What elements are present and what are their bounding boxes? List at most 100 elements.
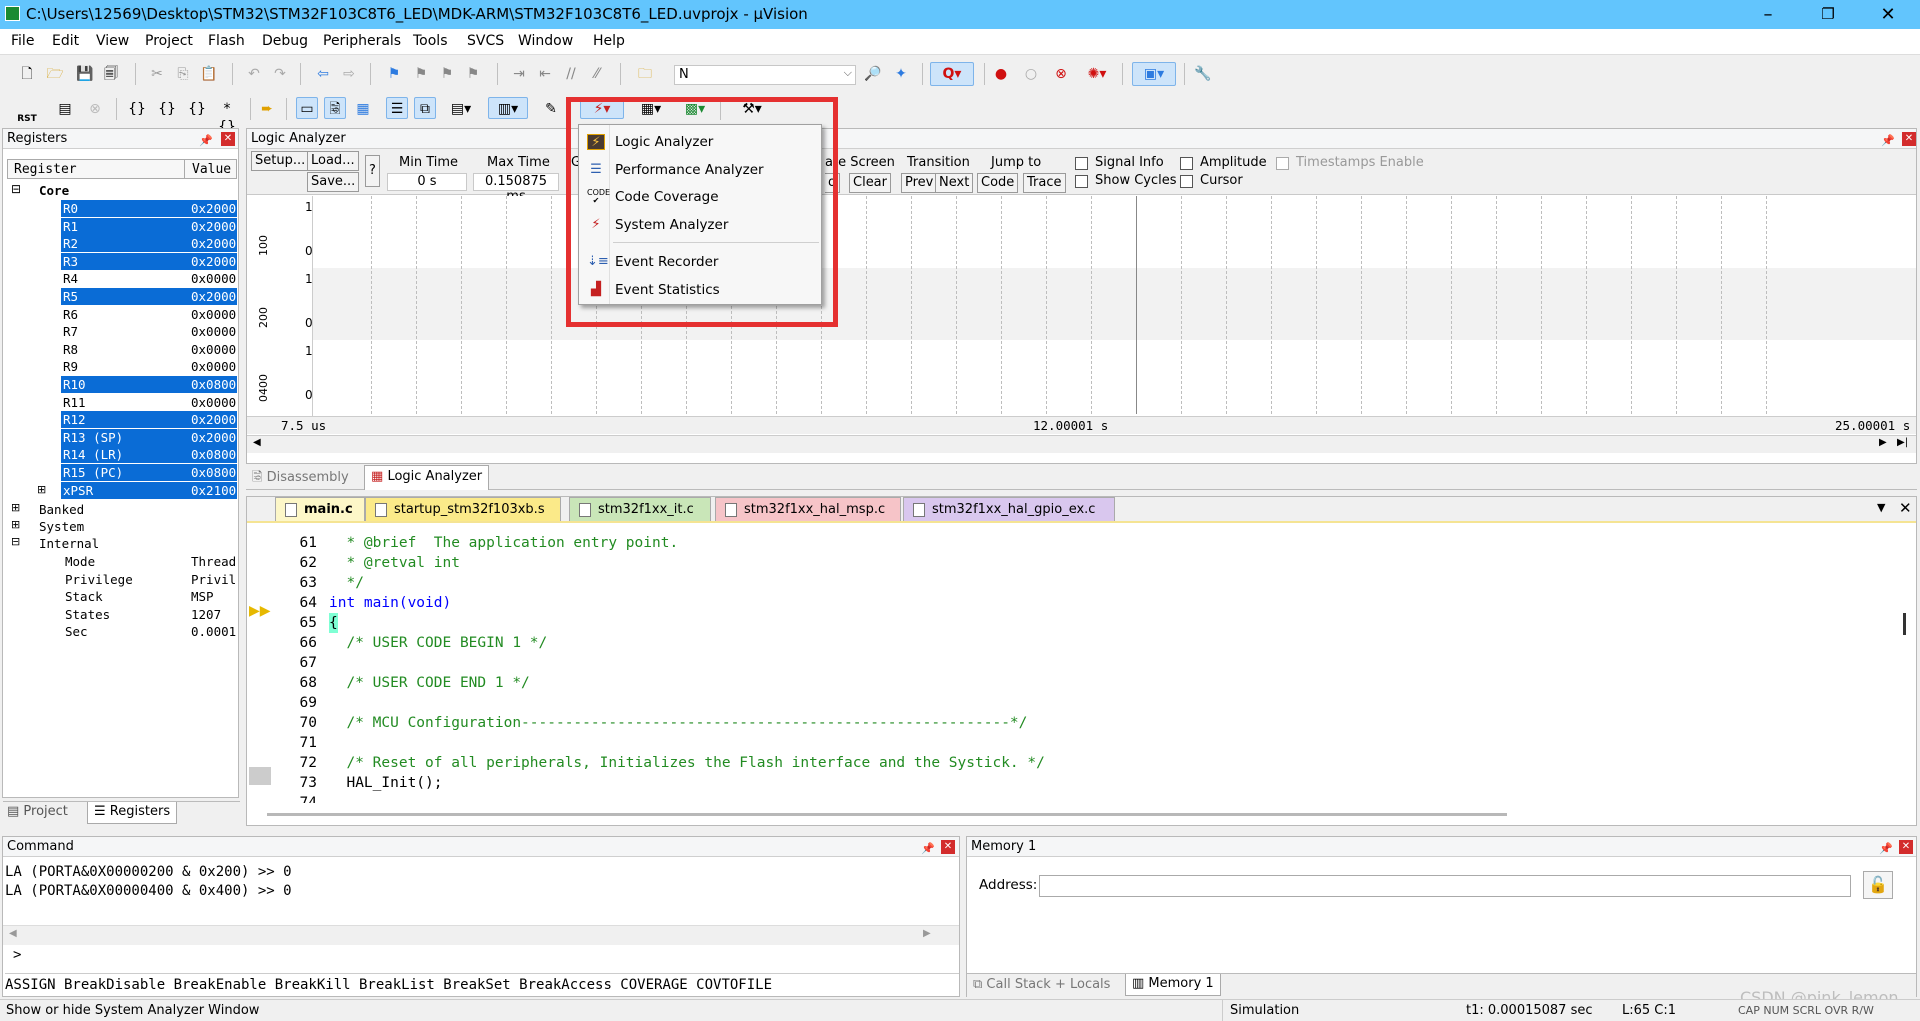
code-line[interactable]: 74: [277, 793, 1277, 803]
menu-file[interactable]: File: [11, 33, 34, 49]
tab-disassembly[interactable]: 🗟 Disassembly: [252, 468, 349, 490]
menu-item-system-analyzer[interactable]: ⚡ System Analyzer: [579, 212, 799, 238]
register-row[interactable]: R13 (SP) 0x2000: [61, 428, 237, 446]
menu-window[interactable]: Window: [518, 33, 573, 49]
tab-list-icon[interactable]: ▼: [1877, 501, 1885, 514]
register-row[interactable]: R3 0x2000: [61, 252, 237, 270]
run-icon[interactable]: ▤: [54, 98, 76, 120]
next-button[interactable]: Next: [935, 173, 974, 193]
menu-view[interactable]: View: [96, 33, 129, 49]
expand-icon[interactable]: ⊞: [11, 518, 20, 531]
prev-bookmark-icon[interactable]: ⚑: [410, 63, 432, 85]
group-system[interactable]: System: [39, 518, 84, 535]
tab-memory-1[interactable]: ▥ Memory 1: [1125, 974, 1221, 996]
cut-icon[interactable]: ✂: [146, 63, 168, 85]
navigate-back-icon[interactable]: ⇦: [312, 63, 334, 85]
register-row[interactable]: R4 0x0000: [61, 270, 237, 287]
internal-row[interactable]: Mode Thread: [63, 553, 239, 570]
close-button[interactable]: ✕: [1868, 2, 1908, 27]
navigate-forward-icon[interactable]: ⇨: [338, 63, 360, 85]
register-row[interactable]: R0 0x2000: [61, 200, 237, 217]
serial-windows-icon[interactable]: ✎: [540, 98, 562, 120]
internal-row[interactable]: States 1207: [63, 606, 239, 623]
internal-row[interactable]: Privilege Privil: [63, 571, 239, 588]
menu-item-performance-analyzer[interactable]: ☰ Performance Analyzer: [579, 157, 799, 183]
watch-windows-icon[interactable]: ▤▾: [444, 98, 478, 120]
command-window-icon[interactable]: ▭: [296, 97, 318, 119]
maximize-button[interactable]: ❐: [1808, 2, 1848, 27]
register-row[interactable]: xPSR 0x2100: [61, 481, 237, 499]
find-combo[interactable]: N ⌵: [674, 65, 856, 85]
pin-icon[interactable]: 📌: [1881, 131, 1895, 150]
indent-icon[interactable]: ⇥: [508, 63, 530, 85]
call-stack-window-icon[interactable]: ⧉: [414, 97, 436, 119]
find-icon[interactable]: 🔎: [862, 63, 884, 85]
open-folder-icon[interactable]: 🗁: [44, 63, 66, 85]
kill-all-breakpoints-icon[interactable]: ✺▾: [1080, 63, 1114, 85]
load-button[interactable]: Load...: [307, 151, 359, 171]
register-row[interactable]: R7 0x0000: [61, 323, 237, 340]
internal-row[interactable]: Sec 0.0001: [63, 623, 239, 640]
register-row[interactable]: R6 0x0000: [61, 306, 237, 323]
save-button[interactable]: Save...: [307, 172, 360, 192]
run-to-cursor-icon[interactable]: *{}: [216, 98, 238, 135]
code-line[interactable]: 62 * @retval int: [277, 553, 1277, 573]
collapse-icon[interactable]: ⊟: [11, 535, 20, 548]
command-input[interactable]: [27, 947, 947, 967]
minimize-button[interactable]: –: [1748, 2, 1788, 27]
cursor-checkbox[interactable]: [1180, 175, 1193, 188]
register-row[interactable]: R1 0x2000: [61, 217, 237, 235]
close-logic-analyzer-button[interactable]: ✕: [1902, 132, 1916, 146]
clear-button[interactable]: Clear: [849, 173, 891, 193]
scroll-left-icon[interactable]: ◀: [253, 437, 261, 448]
register-row[interactable]: R15 (PC) 0x0800: [61, 464, 237, 481]
registers-window-icon[interactable]: ☰: [386, 97, 408, 119]
uncomment-icon[interactable]: ⁄⁄: [586, 63, 608, 85]
tab-stm32f1xx-hal-msp-c[interactable]: stm32f1xx_hal_msp.c: [715, 497, 901, 521]
new-file-icon[interactable]: 🗋: [16, 63, 38, 85]
editor-hscroll-thumb[interactable]: [267, 813, 1507, 816]
prev-button[interactable]: Prev: [901, 173, 938, 193]
symbols-window-icon[interactable]: ▦: [352, 98, 374, 120]
tab-logic-analyzer[interactable]: ▦ Logic Analyzer: [364, 465, 490, 490]
code-line[interactable]: 65 {: [277, 613, 1277, 633]
internal-row[interactable]: Stack MSP: [63, 588, 239, 605]
redo-icon[interactable]: ↷: [269, 63, 291, 85]
menu-project[interactable]: Project: [145, 33, 193, 49]
configure-wrench-icon[interactable]: 🔧: [1192, 63, 1214, 85]
waveform-scrollbar[interactable]: ◀ ▶ ▶|: [247, 435, 1916, 453]
tab-registers[interactable]: ☰ Registers: [87, 802, 178, 824]
setup-button[interactable]: Setup...: [251, 151, 310, 171]
menu-debug[interactable]: Debug: [262, 33, 308, 49]
save-icon[interactable]: 💾: [74, 63, 96, 85]
code-line[interactable]: 63 */: [277, 573, 1277, 593]
code-button[interactable]: Code: [977, 173, 1019, 193]
pin-icon[interactable]: 📌: [921, 839, 935, 858]
code-line[interactable]: 68 /* USER CODE END 1 */: [277, 673, 1277, 693]
register-row[interactable]: R14 (LR) 0x0800: [61, 446, 237, 464]
address-input[interactable]: [1039, 875, 1851, 897]
comment-icon[interactable]: //: [560, 63, 582, 85]
close-editor-icon[interactable]: ✕: [1899, 499, 1912, 517]
window-layout-icon[interactable]: ▣▾: [1132, 62, 1176, 86]
menu-item-event-recorder[interactable]: ⇣≡ Event Recorder: [579, 249, 799, 275]
incremental-find-icon[interactable]: ✦: [890, 63, 912, 85]
menu-help[interactable]: Help: [593, 33, 625, 49]
timestamps-enable-checkbox[interactable]: [1276, 157, 1289, 170]
disable-all-breakpoints-icon[interactable]: ⊗: [1050, 63, 1072, 85]
menu-item-code-coverage[interactable]: CODE ✔ Code Coverage: [579, 184, 799, 210]
collapse-icon[interactable]: ⊟: [11, 182, 21, 196]
tab-main-c[interactable]: main.c: [275, 497, 365, 521]
register-row[interactable]: R2 0x2000: [61, 235, 237, 253]
insert-breakpoint-icon[interactable]: ●: [990, 63, 1012, 85]
menu-edit[interactable]: Edit: [52, 33, 79, 49]
register-row[interactable]: R5 0x2000: [61, 288, 237, 305]
tab-project[interactable]: ▤ Project: [7, 804, 68, 819]
pin-icon[interactable]: 📌: [199, 131, 213, 150]
register-row[interactable]: R11 0x0000: [61, 394, 237, 411]
code-line[interactable]: 66 /* USER CODE BEGIN 1 */: [277, 633, 1277, 653]
tab-stm32f1xx-it-c[interactable]: stm32f1xx_it.c: [569, 497, 711, 521]
trace-button[interactable]: Trace: [1023, 173, 1066, 193]
editor-scrollbar-thumb[interactable]: [1903, 613, 1906, 635]
code-area[interactable]: 61 * @brief The application entry point.…: [277, 533, 1897, 803]
